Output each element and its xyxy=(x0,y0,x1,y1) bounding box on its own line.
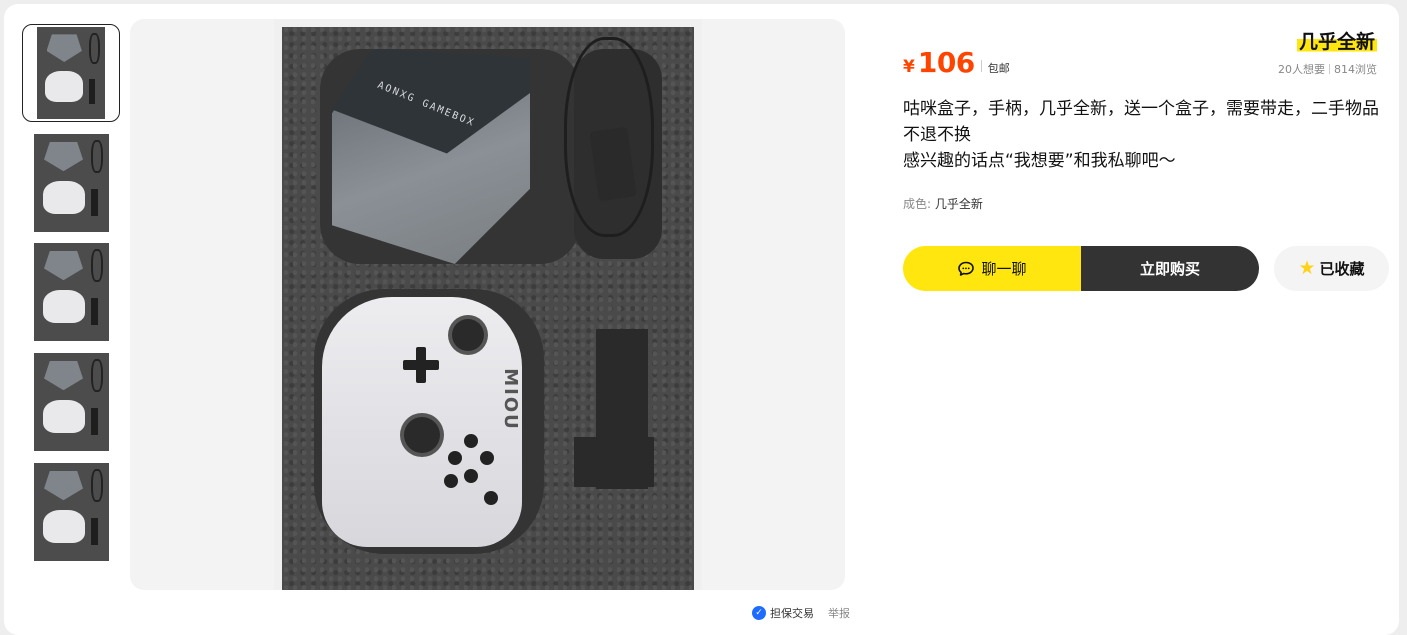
currency-symbol: ¥ xyxy=(903,57,915,77)
attr-key: 成色: xyxy=(903,197,932,211)
chat-bubble-icon xyxy=(958,261,975,276)
thumbnail-2[interactable] xyxy=(22,134,120,232)
chat-label: 聊一聊 xyxy=(981,260,1027,278)
thumbnail-image xyxy=(33,134,109,232)
attr-value: 几乎全新 xyxy=(934,197,983,211)
thumbnail-image xyxy=(33,463,109,561)
condition-attribute: 成色: 几乎全新 xyxy=(903,195,983,212)
wants-count: 20人想要 xyxy=(1278,63,1325,76)
thumbnail-1[interactable] xyxy=(22,24,120,122)
product-card: AONXG GAMEBOX MIOU ✓ 担保交易 举报 ¥ 106 包邮 几乎… xyxy=(4,4,1399,635)
thumbnail-3[interactable] xyxy=(22,243,120,341)
product-description: 咕咪盒子，手柄，几乎全新，送一个盒子，需要带走，二手物品不退不换 感兴趣的话点“… xyxy=(903,96,1393,174)
action-bar: 聊一聊 立即购买 ★ 已收藏 xyxy=(903,246,1389,291)
shipping-label: 包邮 xyxy=(987,62,1010,75)
description-line-1: 咕咪盒子，手柄，几乎全新，送一个盒子，需要带走，二手物品不退不换 xyxy=(903,99,1379,145)
product-photo: AONXG GAMEBOX MIOU xyxy=(274,19,702,590)
thumbnail-image xyxy=(37,27,105,119)
stats: 20人想要 814浏览 xyxy=(1278,61,1377,77)
views-count: 814浏览 xyxy=(1334,63,1377,76)
main-image-viewer[interactable]: AONXG GAMEBOX MIOU xyxy=(130,19,845,590)
favorite-button[interactable]: ★ 已收藏 xyxy=(1274,246,1389,291)
guarantee-label: 担保交易 xyxy=(770,607,814,620)
shield-icon: ✓ xyxy=(752,606,766,620)
favorite-label: 已收藏 xyxy=(1319,260,1365,278)
divider xyxy=(980,60,982,72)
price: 106 xyxy=(917,46,975,79)
divider xyxy=(1329,64,1330,74)
condition-badge: 几乎全新 xyxy=(1296,27,1377,54)
thumbnail-image xyxy=(33,243,109,341)
thumbnail-image xyxy=(33,353,109,451)
price-row: ¥ 106 包邮 xyxy=(903,46,1010,79)
description-line-2: 感兴趣的话点“我想要”和我私聊吧～ xyxy=(903,151,1176,171)
star-icon: ★ xyxy=(1298,257,1316,279)
guarantee-link[interactable]: ✓ 担保交易 xyxy=(752,605,814,621)
report-link[interactable]: 举报 xyxy=(828,605,850,621)
buy-now-button[interactable]: 立即购买 xyxy=(1081,246,1259,291)
chat-button[interactable]: 聊一聊 xyxy=(903,246,1081,291)
thumbnail-5[interactable] xyxy=(22,463,120,561)
thumbnail-4[interactable] xyxy=(22,353,120,451)
